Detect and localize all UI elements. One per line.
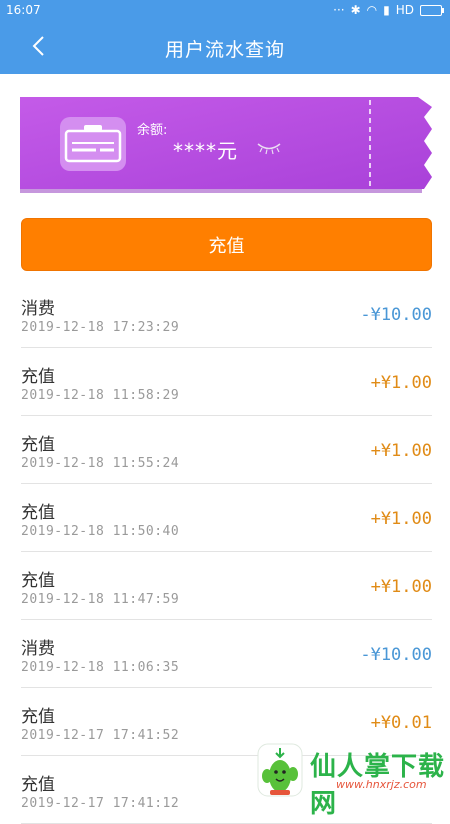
- transaction-time: 2019-12-18 11:50:40: [21, 524, 180, 539]
- status-bar: 16:07 ··· ✱ ◠ ▮ HD: [0, 0, 450, 20]
- transaction-type: 充值: [21, 707, 55, 727]
- nav-bar: 用户流水查询: [0, 20, 450, 74]
- bluetooth-icon: ✱: [350, 3, 361, 17]
- transaction-time: 2019-12-18 11:47:59: [21, 592, 180, 607]
- status-icons: ··· ✱ ◠ ▮ HD: [333, 3, 444, 17]
- watermark: 仙人掌下载网 www.hnxrjz.com: [250, 742, 450, 819]
- wallet-card-icon: [60, 117, 126, 171]
- transaction-type: 充值: [21, 367, 55, 387]
- transaction-type: 消费: [21, 639, 55, 659]
- transaction-row[interactable]: 充值 2019-12-18 11:47:59 +¥1.00: [21, 552, 432, 620]
- transaction-amount: -¥10.00: [360, 645, 432, 665]
- recharge-button[interactable]: 充值: [21, 218, 432, 271]
- transaction-type: 充值: [21, 435, 55, 455]
- page-title: 用户流水查询: [164, 39, 285, 61]
- transaction-amount: +¥1.00: [370, 509, 432, 529]
- transaction-amount: +¥0.01: [370, 713, 432, 733]
- wifi-icon: ◠: [366, 3, 378, 17]
- transaction-row[interactable]: 消费 2019-12-18 11:06:35 -¥10.00: [21, 620, 432, 688]
- transaction-type: 充值: [21, 503, 55, 523]
- transaction-type: 充值: [21, 775, 55, 795]
- transaction-time: 2019-12-18 11:06:35: [21, 660, 180, 675]
- status-time: 16:07: [6, 3, 41, 17]
- cactus-logo-icon: [257, 743, 303, 797]
- transaction-time: 2019-12-17 17:41:52: [21, 728, 180, 743]
- balance-label: 余额:: [137, 123, 168, 138]
- eye-closed-icon[interactable]: [256, 141, 282, 155]
- transaction-time: 2019-12-18 11:55:24: [21, 456, 180, 471]
- transaction-time: 2019-12-18 11:58:29: [21, 388, 180, 403]
- transaction-row[interactable]: 消费 2019-12-18 17:23:29 -¥10.00: [21, 280, 432, 348]
- watermark-url: www.hnxrjz.com: [336, 778, 427, 791]
- balance-card: 余额: ****元: [20, 95, 432, 193]
- transaction-time: 2019-12-18 17:23:29: [21, 320, 180, 335]
- notification-dots-icon: ···: [333, 3, 345, 17]
- transaction-amount: -¥10.00: [360, 305, 432, 325]
- transaction-row[interactable]: 充值 2019-12-18 11:58:29 +¥1.00: [21, 348, 432, 416]
- transaction-row[interactable]: 充值 2019-12-18 11:55:24 +¥1.00: [21, 416, 432, 484]
- transaction-amount: +¥1.00: [370, 577, 432, 597]
- balance-value: ****元: [173, 139, 238, 163]
- transaction-time: 2019-12-17 17:41:12: [21, 796, 180, 811]
- transaction-amount: +¥1.00: [370, 441, 432, 461]
- network-type: HD: [395, 3, 414, 17]
- battery-icon: [420, 4, 444, 16]
- transaction-type: 消费: [21, 299, 55, 319]
- transaction-amount: +¥1.00: [370, 373, 432, 393]
- signal-icon: ▮: [383, 3, 390, 17]
- transaction-type: 充值: [21, 571, 55, 591]
- transaction-row[interactable]: 充值 2019-12-18 11:50:40 +¥1.00: [21, 484, 432, 552]
